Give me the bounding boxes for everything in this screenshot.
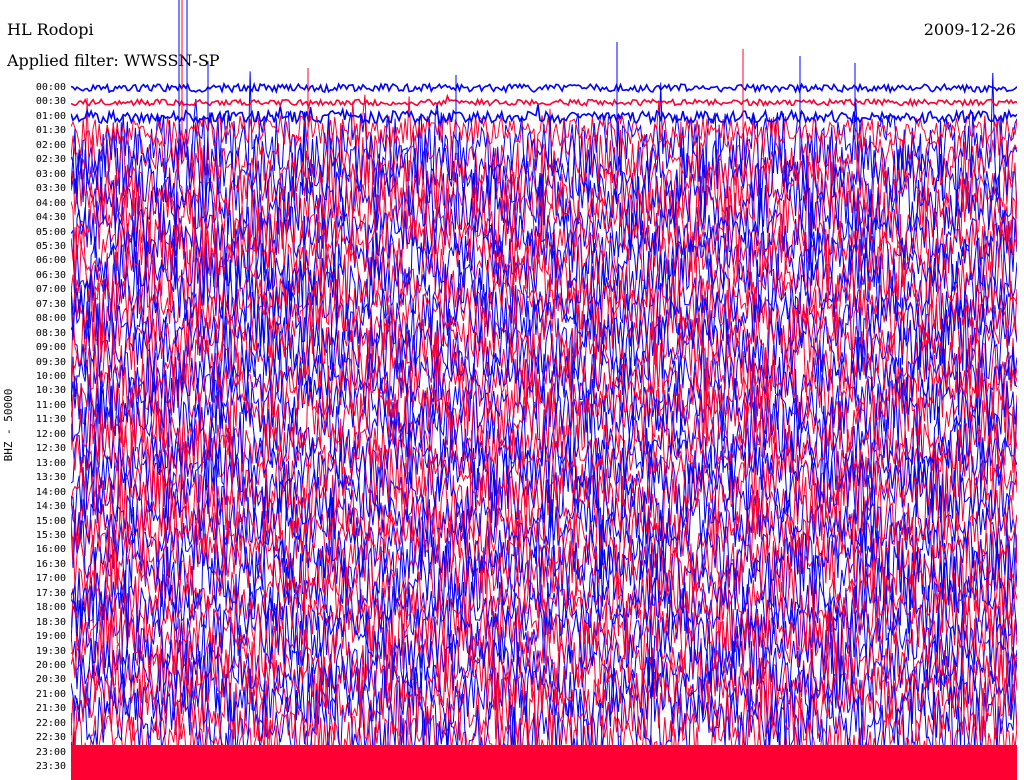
time-tick-label: 15:00 xyxy=(35,515,66,527)
time-tick-label: 21:00 xyxy=(35,688,66,700)
time-tick-label: 23:00 xyxy=(35,746,66,758)
time-tick-label: 05:00 xyxy=(35,226,66,238)
time-tick-label: 22:30 xyxy=(35,732,66,744)
time-tick-label: 02:00 xyxy=(35,139,66,151)
time-tick-label: 06:00 xyxy=(35,255,66,267)
time-tick-label: 07:30 xyxy=(35,298,66,310)
saturated-trace-fill xyxy=(71,745,1017,780)
time-tick-label: 13:30 xyxy=(35,472,66,484)
time-tick-label: 01:00 xyxy=(35,110,66,122)
time-tick-label: 19:30 xyxy=(35,645,66,657)
time-tick-label: 12:00 xyxy=(35,428,66,440)
time-tick-label: 07:00 xyxy=(35,284,66,296)
time-tick-label: 18:00 xyxy=(35,602,66,614)
time-tick-label: 00:30 xyxy=(35,96,66,108)
time-tick-label: 16:30 xyxy=(35,558,66,570)
time-tick-label: 21:30 xyxy=(35,703,66,715)
time-tick-label: 17:30 xyxy=(35,587,66,599)
time-tick-label: 13:00 xyxy=(35,457,66,469)
time-tick-label: 14:00 xyxy=(35,486,66,498)
time-tick-label: 03:00 xyxy=(35,168,66,180)
time-tick-label: 16:00 xyxy=(35,544,66,556)
time-tick-label: 11:30 xyxy=(35,414,66,426)
time-tick-label: 19:00 xyxy=(35,631,66,643)
time-tick-label: 01:30 xyxy=(35,125,66,137)
time-tick-label: 00:00 xyxy=(35,82,66,93)
time-tick-label: 17:00 xyxy=(35,573,66,585)
time-tick-label: 20:30 xyxy=(35,674,66,686)
seismogram-plot xyxy=(71,0,1017,780)
time-tick-label: 12:30 xyxy=(35,443,66,455)
trace-0030 xyxy=(71,93,1017,110)
time-tick-label: 18:30 xyxy=(35,616,66,628)
time-tick-label: 08:30 xyxy=(35,327,66,339)
time-tick-label: 20:00 xyxy=(35,660,66,671)
time-axis: 00:00 00:30 01:00 01:30 02:00 02:30 03:00 03:30… xyxy=(0,0,66,780)
time-tick-label: 09:00 xyxy=(35,342,66,354)
time-tick-label: 06:30 xyxy=(35,269,66,281)
trace-group xyxy=(71,0,1017,780)
time-tick-label: 10:30 xyxy=(35,385,66,397)
trace-0000 xyxy=(71,81,1017,95)
time-tick-label: 14:30 xyxy=(35,501,66,513)
time-tick-label: 04:30 xyxy=(35,212,66,224)
trace-0100 xyxy=(71,104,1017,126)
time-tick-label: 10:00 xyxy=(35,371,66,382)
time-tick-label: 23:30 xyxy=(35,761,66,773)
time-tick-label: 02:30 xyxy=(35,154,66,166)
time-tick-label: 08:00 xyxy=(35,313,66,325)
time-tick-label: 04:00 xyxy=(35,197,66,209)
time-tick-label: 15:30 xyxy=(35,529,66,541)
time-tick-label: 11:00 xyxy=(35,399,66,411)
time-tick-label: 05:30 xyxy=(35,240,66,252)
time-tick-label: 09:30 xyxy=(35,356,66,368)
time-tick-label: 03:30 xyxy=(35,183,66,195)
time-tick-label: 22:00 xyxy=(35,717,66,729)
